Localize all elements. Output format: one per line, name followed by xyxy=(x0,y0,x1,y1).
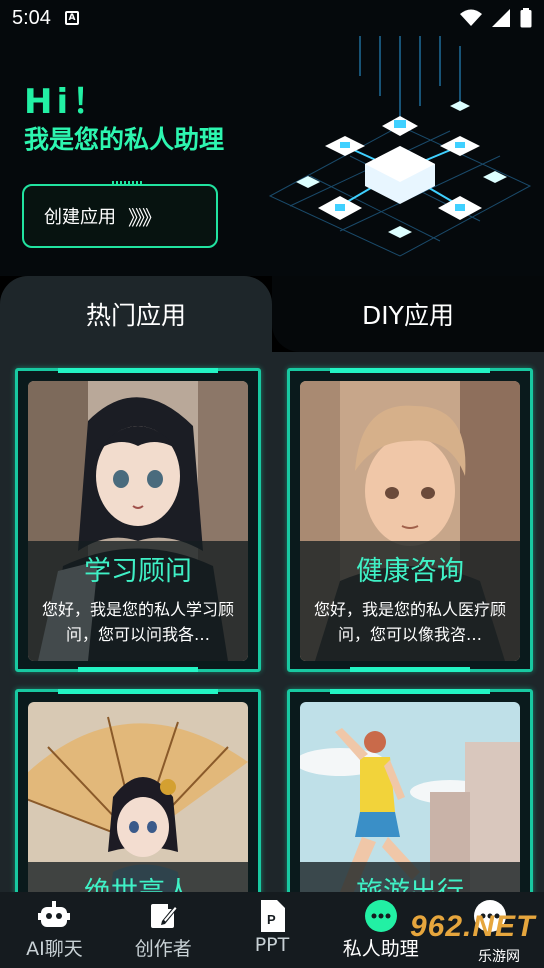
site-watermark: 962.NET 乐游网 xyxy=(410,910,536,964)
app-card-health-consult[interactable]: 健康咨询 您好，我是您的私人医疗顾问，您可以像我咨… xyxy=(287,368,533,672)
wifi-icon xyxy=(460,9,482,26)
app-card-master[interactable]: 绝世高人 xyxy=(15,689,261,892)
nav-label: PPT xyxy=(254,934,290,956)
nav-ppt[interactable]: P PPT xyxy=(218,892,327,968)
watermark-subtext: 乐游网 xyxy=(478,948,520,964)
card-caption: 学习顾问 您好，我是您的私人学习顾问，您可以问我各… xyxy=(28,541,248,661)
card-frame-accent xyxy=(58,368,218,373)
hero-banner: Hi！ 我是您的私人助理 创建应用 》》》 xyxy=(0,36,544,286)
card-description: 您好，我是您的私人医疗顾问，您可以像我咨… xyxy=(314,600,507,644)
card-caption: 旅游出行 xyxy=(300,862,520,892)
nav-label: AI聊天 xyxy=(26,938,83,960)
status-icons xyxy=(460,8,532,28)
card-caption: 健康咨询 您好，我是您的私人医疗顾问，您可以像我咨… xyxy=(300,541,520,661)
robot-icon xyxy=(38,900,71,932)
hero-greeting: Hi！ xyxy=(24,82,111,122)
tab-bar: 热门应用 DIY应用 xyxy=(0,276,544,352)
card-frame-accent xyxy=(350,667,470,672)
signal-icon xyxy=(492,9,510,27)
chevrons-right-icon: 》》》 xyxy=(128,205,162,230)
card-title: 绝世高人 xyxy=(28,870,248,892)
watermark-logo-text: 962.NET xyxy=(410,910,536,943)
card-title: 健康咨询 xyxy=(356,556,464,587)
app-card-study-advisor[interactable]: 学习顾问 您好，我是您的私人学习顾问，您可以问我各… xyxy=(15,368,261,672)
create-app-label: 创建应用 xyxy=(44,207,116,228)
pen-note-icon xyxy=(147,900,179,932)
card-frame-accent xyxy=(330,689,490,694)
nav-label: 私人助理 xyxy=(342,938,419,960)
app-card-travel[interactable]: 旅游出行 xyxy=(287,689,533,892)
card-frame-accent xyxy=(58,689,218,694)
app-card-grid: 学习顾问 您好，我是您的私人学习顾问，您可以问我各… 健康咨询 您好，我是您的私… xyxy=(0,352,544,892)
card-title: 旅游出行 xyxy=(300,870,520,892)
network-illustration xyxy=(268,36,532,257)
nav-ai-chat[interactable]: AI聊天 xyxy=(0,892,109,968)
chat-bubble-icon xyxy=(364,900,397,932)
status-time: 5:04 xyxy=(12,6,51,29)
hero-subtitle: 我是您的私人助理 xyxy=(24,125,225,154)
card-caption: 绝世高人 xyxy=(28,862,248,892)
card-frame-accent xyxy=(330,368,490,373)
tab-diy-apps[interactable]: DIY应用 xyxy=(272,276,544,352)
nav-creator[interactable]: 创作者 xyxy=(109,892,218,968)
card-description: 您好，我是您的私人学习顾问，您可以问我各… xyxy=(42,600,235,644)
notification-a-icon: A xyxy=(64,11,79,25)
svg-text:P: P xyxy=(267,912,276,927)
tab-popular-apps[interactable]: 热门应用 xyxy=(0,276,272,352)
status-bar: 5:04 A xyxy=(0,0,544,36)
ppt-file-icon: P xyxy=(256,900,288,932)
card-title: 学习顾问 xyxy=(84,556,192,587)
create-app-button[interactable]: 创建应用 》》》 xyxy=(22,181,218,248)
nav-label: 创作者 xyxy=(134,938,192,960)
battery-icon xyxy=(520,8,532,28)
card-frame-accent xyxy=(78,667,198,672)
